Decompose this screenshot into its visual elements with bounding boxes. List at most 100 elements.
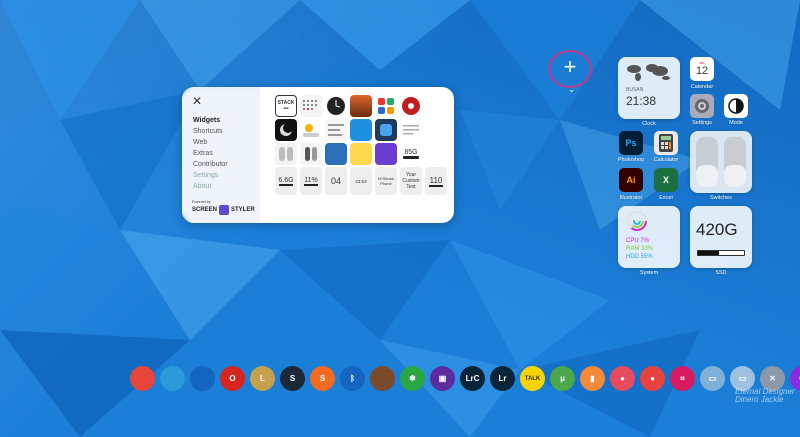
lightroom-classic-icon[interactable]: LrC bbox=[460, 366, 485, 391]
clock-time: 21:38 bbox=[626, 94, 657, 108]
camera-app-icon[interactable]: ● bbox=[610, 366, 635, 391]
widget-tile-storage[interactable]: 85G bbox=[400, 143, 422, 165]
menu-item-extras[interactable]: Extras bbox=[193, 148, 228, 159]
chevron-down-icon: ⌄ bbox=[568, 84, 576, 94]
widget-tile-custom-text[interactable]: Your Custom Text bbox=[400, 167, 422, 195]
number-bar bbox=[429, 184, 443, 187]
watermark-text: Eternal Designer Dinero Jackie bbox=[735, 387, 795, 404]
moon-icon bbox=[280, 123, 293, 136]
widget-tile-weather[interactable] bbox=[300, 119, 322, 141]
widget-tile-day[interactable]: 04 bbox=[325, 167, 347, 195]
photoshop-icon[interactable]: Ps bbox=[619, 131, 643, 155]
widget-tile-disk[interactable]: 6.6G bbox=[275, 167, 297, 195]
mode-app-icon[interactable] bbox=[724, 94, 748, 118]
switch-right[interactable] bbox=[724, 137, 746, 187]
widget-tile-purple[interactable] bbox=[375, 143, 397, 165]
brand-logo: SCREEN STYLER bbox=[192, 205, 255, 215]
lightroom-icon[interactable]: Lr bbox=[490, 366, 515, 391]
widget-tile-sample-text[interactable]: Hi Steam Phone bbox=[375, 167, 397, 195]
text-lines-icon bbox=[328, 124, 344, 136]
widget-tile-calendar[interactable] bbox=[300, 95, 322, 117]
talk-icon[interactable]: TALK bbox=[520, 366, 545, 391]
menu-item-about[interactable]: About bbox=[193, 181, 228, 192]
share-icon[interactable]: ✱ bbox=[400, 366, 425, 391]
s-app-icon[interactable]: S bbox=[310, 366, 335, 391]
widget-tile-percent[interactable]: 11% bbox=[300, 167, 322, 195]
analog-clock-icon bbox=[327, 97, 345, 115]
excel-icon[interactable]: X bbox=[654, 168, 678, 192]
calendar-app-icon[interactable]: FRI 12 bbox=[690, 57, 714, 81]
stack-dots: ••• bbox=[283, 106, 289, 112]
bluetooth-icon[interactable]: ᛒ bbox=[340, 366, 365, 391]
switch-right-knob bbox=[724, 165, 746, 187]
widget-tile-stack[interactable]: STACK ••• bbox=[275, 95, 297, 117]
utorrent-icon[interactable]: µ bbox=[550, 366, 575, 391]
vinyl-record-icon bbox=[402, 97, 420, 115]
menu-item-settings[interactable]: Settings bbox=[193, 170, 228, 181]
clock-city: BUSAN bbox=[626, 87, 644, 93]
powered-by-label: Powered by bbox=[192, 200, 211, 204]
switch-left[interactable] bbox=[696, 137, 718, 187]
widget-tile-memo[interactable] bbox=[400, 119, 422, 141]
ssd-value: 420G bbox=[696, 220, 738, 239]
number-value: 110 bbox=[429, 175, 443, 185]
system-widget[interactable]: CPU 7% RAM 33% HDD 55% bbox=[618, 206, 680, 268]
edge-dev-icon[interactable] bbox=[190, 366, 215, 391]
ssd-bar bbox=[697, 250, 745, 256]
opera-icon[interactable]: O bbox=[220, 366, 245, 391]
settings-app-icon[interactable] bbox=[690, 94, 714, 118]
weather-icon bbox=[303, 124, 319, 137]
widget-tile-wallpaper[interactable] bbox=[350, 119, 372, 141]
steam-icon[interactable]: S bbox=[280, 366, 305, 391]
cpu-app-icon[interactable]: ▣ bbox=[430, 366, 455, 391]
add-widget-button[interactable]: + ⌄ bbox=[548, 50, 592, 94]
calendar-label: Calendar bbox=[690, 84, 714, 90]
system-cpu: CPU 7% bbox=[626, 238, 650, 244]
close-icon[interactable]: ✕ bbox=[192, 94, 202, 108]
widget-tile-number[interactable]: 110 bbox=[425, 167, 447, 195]
league-icon[interactable]: L bbox=[250, 366, 275, 391]
excel-label: Excel bbox=[659, 195, 673, 201]
system-ram: RAM 33% bbox=[626, 246, 654, 252]
menu-item-shortcuts[interactable]: Shortcuts bbox=[193, 126, 228, 137]
widget-tile-time[interactable]: 23:53 bbox=[350, 167, 372, 195]
widget-tile-moon[interactable] bbox=[275, 119, 297, 141]
ssd-widget[interactable]: 420G bbox=[690, 206, 752, 268]
chrome-icon[interactable] bbox=[130, 366, 155, 391]
storage-value: 85G bbox=[404, 149, 418, 156]
widget-tile-sliders[interactable] bbox=[300, 143, 322, 165]
menu-item-web[interactable]: Web bbox=[193, 137, 228, 148]
widget-tile-blue-app[interactable] bbox=[375, 119, 397, 141]
widget-tile-notes[interactable] bbox=[325, 119, 347, 141]
calculator-icon[interactable] bbox=[654, 131, 678, 155]
image-app-icon[interactable] bbox=[370, 366, 395, 391]
menu-item-widgets[interactable]: Widgets bbox=[193, 115, 228, 126]
crop-app-icon[interactable]: ⌗ bbox=[670, 366, 695, 391]
app-icons-icon bbox=[378, 98, 394, 114]
widget-tile-photo[interactable] bbox=[350, 95, 372, 117]
illustrator-icon[interactable]: Ai bbox=[619, 168, 643, 192]
widget-tile-sticky[interactable] bbox=[350, 143, 372, 165]
disk-value: 6.6G bbox=[278, 176, 294, 184]
ssd-bar-fill bbox=[698, 251, 719, 255]
orange-app-icon[interactable]: ▮ bbox=[580, 366, 605, 391]
ssd-label: SSD bbox=[715, 270, 727, 276]
calendar-day: 12 bbox=[695, 65, 709, 77]
widget-tile-apps[interactable] bbox=[375, 95, 397, 117]
widget-tile-analog-clock[interactable] bbox=[325, 95, 347, 117]
brand-right: STYLER bbox=[231, 207, 255, 213]
widget-tile-record[interactable] bbox=[400, 95, 422, 117]
monitor-app-icon[interactable]: ▭ bbox=[700, 366, 725, 391]
widget-library-panel: ✕ Widgets Shortcuts Web Extras Contribut… bbox=[182, 87, 454, 223]
widget-tile-controls[interactable] bbox=[275, 143, 297, 165]
edge-icon[interactable] bbox=[160, 366, 185, 391]
brand-left: SCREEN bbox=[192, 207, 218, 213]
system-label: System bbox=[639, 270, 659, 276]
paw-app-icon[interactable]: ● bbox=[640, 366, 665, 391]
clock-widget[interactable]: BUSAN 21:38 bbox=[618, 57, 680, 119]
toggle-controls-icon bbox=[279, 147, 293, 161]
world-map-icon bbox=[627, 64, 670, 81]
switches-widget[interactable] bbox=[690, 131, 752, 193]
menu-item-contributor[interactable]: Contributor bbox=[193, 159, 228, 170]
widget-tile-cover[interactable] bbox=[325, 143, 347, 165]
